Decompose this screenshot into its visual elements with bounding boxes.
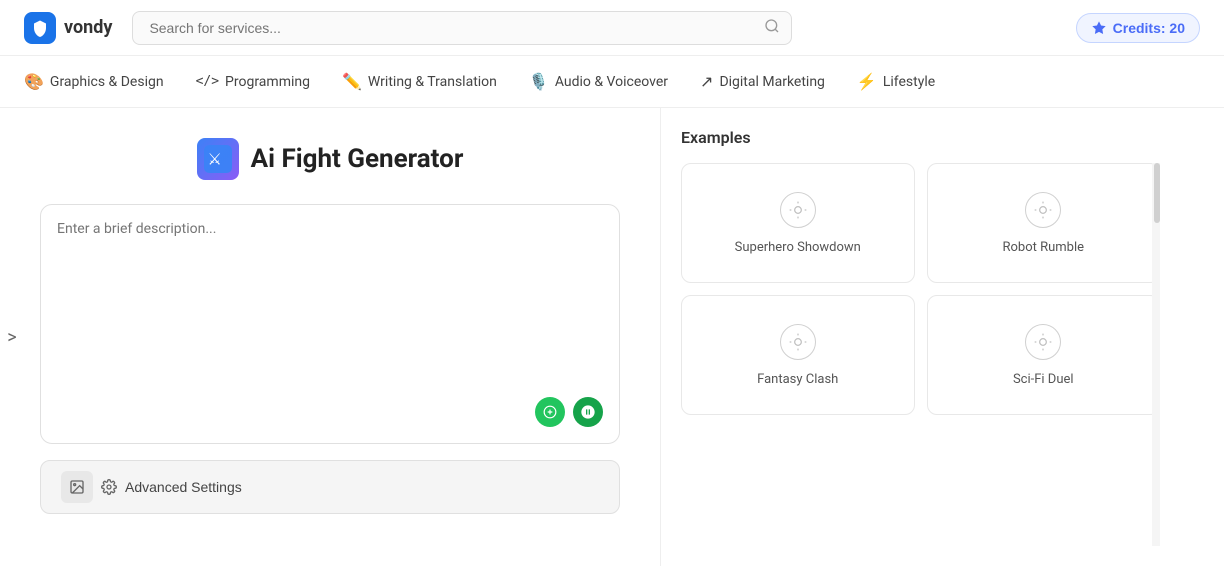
example-icon-superhero	[780, 192, 816, 228]
scroll-thumb[interactable]	[1154, 163, 1160, 223]
svg-text:⚔: ⚔	[207, 149, 221, 168]
nav-label-programming: Programming	[225, 74, 310, 90]
examples-scroll[interactable]: Superhero Showdown Robot Rumble	[681, 163, 1160, 546]
nav-item-lifestyle[interactable]: ⚡ Lifestyle	[857, 68, 935, 95]
main-content: > ⚔ Ai Fight Generator	[0, 108, 1224, 566]
search-icon	[764, 18, 780, 38]
example-label-superhero: Superhero Showdown	[735, 240, 861, 255]
page-title-area: ⚔ Ai Fight Generator	[40, 138, 620, 180]
example-icon-scifi	[1025, 324, 1061, 360]
logo-icon	[24, 12, 56, 44]
nav-item-writing[interactable]: ✏️ Writing & Translation	[342, 68, 497, 95]
nav-label-audio: Audio & Voiceover	[555, 74, 668, 90]
nav-label-lifestyle: Lifestyle	[883, 74, 935, 90]
marketing-icon: ↗	[700, 72, 713, 91]
example-icon-robot	[1025, 192, 1061, 228]
logo-text: vondy	[64, 17, 112, 38]
page-title: Ai Fight Generator	[251, 144, 464, 174]
left-panel: ⚔ Ai Fight Generator	[0, 108, 660, 566]
example-card-fantasy[interactable]: Fantasy Clash	[681, 295, 915, 415]
image-upload-icon	[61, 471, 93, 503]
nav-label-marketing: Digital Marketing	[719, 74, 824, 90]
input-area	[40, 204, 620, 444]
credits-label: Credits: 20	[1113, 20, 1185, 36]
right-panel: Examples Superhero Showdown	[660, 108, 1180, 566]
nav-label-graphics: Graphics & Design	[50, 74, 164, 90]
sidebar-arrow[interactable]: >	[0, 317, 24, 357]
tool-icon-1[interactable]	[535, 397, 565, 427]
advanced-settings-button[interactable]: Advanced Settings	[40, 460, 620, 514]
example-label-robot: Robot Rumble	[1002, 240, 1084, 255]
graphics-icon: 🎨	[24, 72, 44, 91]
tool-icon-2[interactable]	[573, 397, 603, 427]
search-bar	[132, 11, 792, 45]
advanced-settings-label: Advanced Settings	[125, 479, 242, 495]
example-icon-fantasy	[780, 324, 816, 360]
programming-icon: </>	[196, 74, 219, 89]
search-input[interactable]	[132, 11, 792, 45]
logo[interactable]: vondy	[24, 12, 112, 44]
settings-icon	[101, 479, 117, 495]
input-footer	[57, 397, 603, 427]
header: vondy Credits: 20	[0, 0, 1224, 56]
example-card-scifi[interactable]: Sci-Fi Duel	[927, 295, 1161, 415]
page-title-icon: ⚔	[197, 138, 239, 180]
example-card-robot[interactable]: Robot Rumble	[927, 163, 1161, 283]
audio-icon: 🎙️	[529, 72, 549, 91]
example-label-fantasy: Fantasy Clash	[757, 372, 838, 387]
nav-item-programming[interactable]: </> Programming	[196, 70, 310, 94]
nav-item-graphics[interactable]: 🎨 Graphics & Design	[24, 68, 164, 95]
description-input[interactable]	[57, 221, 603, 389]
examples-grid: Superhero Showdown Robot Rumble	[681, 163, 1160, 415]
examples-title: Examples	[681, 128, 1160, 147]
scroll-track	[1152, 163, 1160, 546]
main-nav: 🎨 Graphics & Design </> Programming ✏️ W…	[0, 56, 1224, 108]
nav-label-writing: Writing & Translation	[368, 74, 497, 90]
lifestyle-icon: ⚡	[857, 72, 877, 91]
nav-item-marketing[interactable]: ↗ Digital Marketing	[700, 68, 825, 95]
example-label-scifi: Sci-Fi Duel	[1013, 372, 1074, 387]
writing-icon: ✏️	[342, 72, 362, 91]
nav-item-audio[interactable]: 🎙️ Audio & Voiceover	[529, 68, 668, 95]
example-card-superhero[interactable]: Superhero Showdown	[681, 163, 915, 283]
credits-button[interactable]: Credits: 20	[1076, 13, 1200, 43]
